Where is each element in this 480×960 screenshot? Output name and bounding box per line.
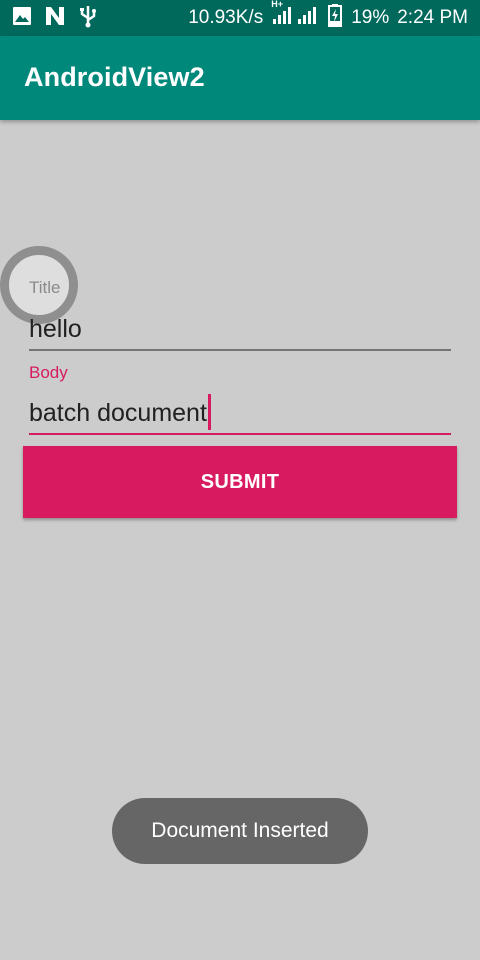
- text-cursor: [207, 394, 211, 431]
- title-input[interactable]: hello: [29, 309, 451, 351]
- status-bar: 10.93K/s H+ 19% 2:24 PM: [0, 0, 480, 36]
- battery-percent: 19%: [351, 7, 390, 28]
- submit-button[interactable]: SUBMIT: [23, 446, 457, 518]
- status-system-info: 10.93K/s H+ 19% 2:24 PM: [188, 0, 468, 36]
- image-icon: [12, 6, 32, 31]
- signal-icon: H+: [271, 0, 319, 31]
- usb-icon: [78, 4, 98, 33]
- toast-message: Document Inserted: [112, 798, 368, 864]
- network-type-label: H+: [271, 0, 283, 9]
- status-notification-icons: [12, 4, 98, 33]
- battery-icon: [327, 3, 343, 33]
- title-input-value: hello: [29, 315, 82, 343]
- body-input-value: batch document: [29, 399, 207, 427]
- body-field-label: Body: [29, 363, 68, 382]
- title-field-label: Title: [29, 278, 61, 297]
- clock: 2:24 PM: [397, 7, 468, 28]
- app-toolbar: AndroidView2: [0, 36, 480, 120]
- body-input[interactable]: batch document: [29, 393, 451, 435]
- network-speed: 10.93K/s: [188, 7, 264, 28]
- app-title: AndroidView2: [24, 62, 205, 92]
- n-icon: [44, 5, 66, 32]
